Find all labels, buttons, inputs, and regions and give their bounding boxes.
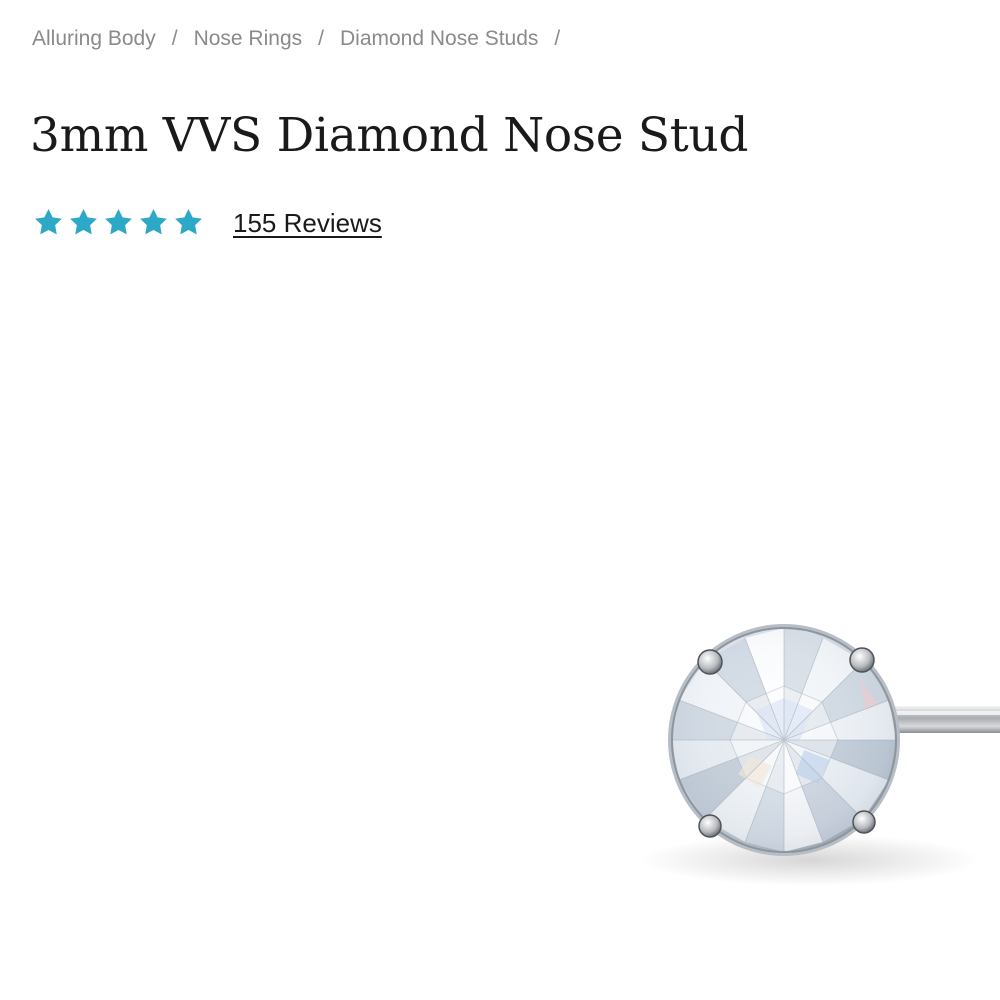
rating-row: 155 Reviews [32, 204, 382, 242]
star-icon [172, 207, 205, 239]
product-image[interactable] [560, 560, 1000, 920]
breadcrumb-separator: / [171, 27, 178, 50]
breadcrumb-separator: / [318, 27, 324, 50]
star-icon [32, 207, 65, 239]
reviews-link[interactable]: 155 Reviews [233, 208, 382, 239]
breadcrumb-link-diamond-nose-studs[interactable]: Diamond Nose Studs [340, 27, 538, 51]
breadcrumb-link-nose-rings[interactable]: Nose Rings [194, 27, 303, 51]
diamond-stud-photo [640, 624, 1000, 886]
star-icon [102, 207, 135, 239]
star-icon [137, 207, 170, 239]
breadcrumb: Alluring Body / Nose Rings / Diamond Nos… [32, 24, 560, 54]
star-icon [67, 207, 100, 239]
breadcrumb-separator: / [554, 27, 561, 50]
page-title: 3mm VVS Diamond Nose Stud [30, 108, 749, 163]
breadcrumb-link-alluring-body[interactable]: Alluring Body [32, 27, 156, 51]
star-rating[interactable] [32, 207, 207, 239]
